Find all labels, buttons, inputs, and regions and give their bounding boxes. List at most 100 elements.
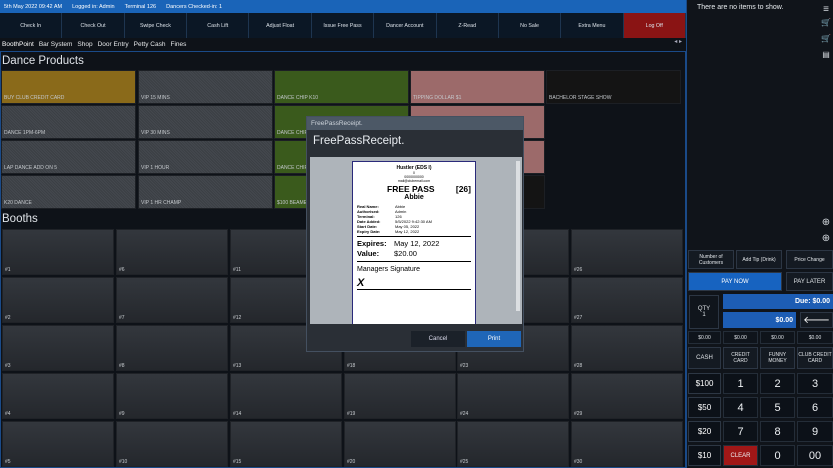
dance-product-tile[interactable]: VIP 1 HOUR [138, 140, 273, 174]
tab-boothpoint[interactable]: BoothPoint [2, 41, 34, 48]
cash-lift-button[interactable]: Cash Lift [187, 13, 250, 38]
booth-number: #2 [5, 315, 11, 321]
dance-product-tile[interactable]: DANCE CHIP K10 [274, 70, 409, 104]
booth-tile[interactable]: #26 [571, 229, 683, 275]
key-4[interactable]: 4 [723, 397, 758, 418]
booth-tile[interactable]: #10 [116, 421, 228, 467]
dancer-account-button[interactable]: Dancer Account [374, 13, 437, 38]
issue-free-pass-button[interactable]: Issue Free Pass [311, 13, 375, 38]
price-change-button[interactable]: Price Change [786, 250, 833, 269]
dance-product-tile[interactable]: VIP 30 MINS [138, 105, 273, 139]
document-icon[interactable]: ▤ [820, 50, 832, 59]
number-of-customers-button[interactable]: Number of Customers [688, 250, 734, 269]
booth-tile[interactable]: #25 [457, 421, 569, 467]
swipe-check-button[interactable]: Swipe Check [124, 13, 188, 38]
check-out-button[interactable]: Check Out [62, 13, 125, 38]
check-in-button[interactable]: Check In [0, 13, 63, 38]
dance-product-label: TIPPING DOLLAR $1 [413, 95, 462, 101]
key-00[interactable]: 00 [797, 445, 833, 466]
key-3[interactable]: 3 [797, 373, 833, 394]
cash-10-button[interactable]: $10 [688, 445, 721, 466]
extra-menu-button[interactable]: Extra Menu [561, 13, 624, 38]
cart-add-icon[interactable]: 🛒 [820, 34, 832, 43]
dance-product-label: BUY CLUB CREDIT CARD [4, 95, 65, 101]
dance-product-label: BACHELOR STAGE SHOW [549, 95, 612, 101]
add-tip-button[interactable]: Add Tip (Drink) [736, 250, 782, 269]
club-credit-card-button[interactable]: CLUB CREDIT CARD [797, 347, 833, 369]
booth-tile[interactable]: #14 [230, 373, 342, 419]
tab-scroll-arrows[interactable]: ◂ ▸ [674, 38, 682, 45]
status-terminal: Terminal 126 [124, 3, 157, 10]
cart-icon[interactable]: 🛒 [820, 18, 832, 27]
booth-tile[interactable]: #24 [457, 373, 569, 419]
booth-tile[interactable]: #6 [116, 229, 228, 275]
credit-card-total: $0.00 [723, 331, 758, 344]
booth-tile[interactable]: #9 [116, 373, 228, 419]
booth-tile[interactable]: #5 [2, 421, 114, 467]
key-6[interactable]: 6 [797, 397, 833, 418]
pay-now-button[interactable]: PAY NOW [688, 272, 782, 291]
dance-product-tile[interactable]: K20 DANCE [1, 175, 136, 209]
booth-number: #23 [460, 363, 469, 369]
dance-product-tile[interactable]: LAP DANCE ADD ON 5 [1, 140, 136, 174]
key-8[interactable]: 8 [760, 421, 795, 442]
no-sale-button[interactable]: No Sale [498, 13, 562, 38]
cash-20-button[interactable]: $20 [688, 421, 721, 442]
menu-icon[interactable]: ≡ [820, 4, 832, 15]
backspace-arrow-icon[interactable]: 🡐 [800, 312, 833, 328]
booth-tile[interactable]: #2 [2, 277, 114, 323]
tab-fines[interactable]: Fines [170, 41, 186, 48]
scroll-down-icon[interactable]: ⊕ [820, 233, 832, 244]
receipt-signature-line: X [357, 277, 471, 290]
key-5[interactable]: 5 [760, 397, 795, 418]
booth-tile[interactable]: #29 [571, 373, 683, 419]
booth-tile[interactable]: #19 [344, 373, 456, 419]
key-9[interactable]: 9 [797, 421, 833, 442]
z-read-button[interactable]: Z-Read [436, 13, 499, 38]
receipt-preview-area: Hustler (EDS I) 0 0000000000 mail@clubem… [310, 157, 522, 324]
booth-tile[interactable]: #20 [344, 421, 456, 467]
clear-button[interactable]: CLEAR [723, 445, 758, 466]
cash-100-button[interactable]: $100 [688, 373, 721, 394]
receipt-scrollbar[interactable] [516, 161, 520, 311]
dance-product-tile[interactable]: BUY CLUB CREDIT CARD [1, 70, 136, 104]
booth-tile[interactable]: #4 [2, 373, 114, 419]
booth-tile[interactable]: #30 [571, 421, 683, 467]
dance-product-label: DANCE CHIP K10 [277, 95, 319, 101]
tab-petty-cash[interactable]: Petty Cash [134, 41, 166, 48]
booth-tile[interactable]: #27 [571, 277, 683, 323]
booth-tile[interactable]: #8 [116, 325, 228, 371]
booth-tile[interactable]: #3 [2, 325, 114, 371]
key-7[interactable]: 7 [723, 421, 758, 442]
adjust-float-button[interactable]: Adjust Float [249, 13, 312, 38]
dance-products-title: Dance Products [2, 55, 84, 67]
booth-tile[interactable]: #1 [2, 229, 114, 275]
dance-product-tile[interactable]: TIPPING DOLLAR $1 [410, 70, 545, 104]
pay-later-button[interactable]: PAY LATER [786, 272, 833, 291]
scroll-up-icon[interactable]: ⊕ [820, 217, 832, 228]
key-2[interactable]: 2 [760, 373, 795, 394]
dance-product-tile[interactable]: VIP 1 HR CHAMP [138, 175, 273, 209]
log-off-button[interactable]: Log Off [623, 13, 686, 38]
empty-order-message: There are no items to show. [697, 4, 784, 11]
booth-tile[interactable]: #7 [116, 277, 228, 323]
quantity-display[interactable]: QTY 1 [689, 295, 719, 329]
tab-bar-system[interactable]: Bar System [39, 41, 73, 48]
dance-product-tile[interactable]: BACHELOR STAGE SHOW [546, 70, 681, 104]
booth-tile[interactable]: #15 [230, 421, 342, 467]
tab-shop[interactable]: Shop [77, 41, 92, 48]
key-1[interactable]: 1 [723, 373, 758, 394]
cash-button[interactable]: CASH [688, 347, 721, 369]
dance-product-tile[interactable]: DANCE 1PM-6PM [1, 105, 136, 139]
key-0[interactable]: 0 [760, 445, 795, 466]
funny-money-button[interactable]: FUNNY MONEY [760, 347, 795, 369]
dance-product-tile[interactable]: VIP 15 MINS [138, 70, 273, 104]
booth-tile[interactable]: #28 [571, 325, 683, 371]
booth-number: #30 [574, 459, 583, 465]
cash-50-button[interactable]: $50 [688, 397, 721, 418]
tab-door-entry[interactable]: Door Entry [98, 41, 129, 48]
credit-card-button[interactable]: CREDIT CARD [723, 347, 758, 369]
print-button[interactable]: Print [467, 331, 521, 347]
cancel-button[interactable]: Cancel [411, 331, 465, 347]
receipt-value-value: $20.00 [394, 249, 417, 258]
